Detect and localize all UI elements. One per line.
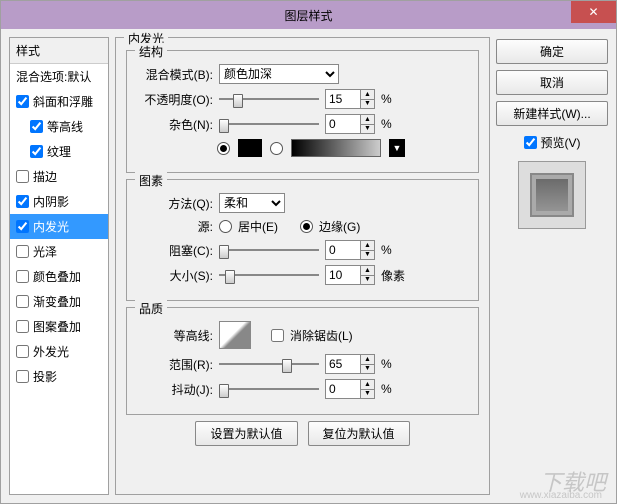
window-title: 图层样式 bbox=[284, 7, 332, 24]
antialias-checkbox[interactable] bbox=[271, 329, 284, 342]
technique-label: 方法(Q): bbox=[137, 195, 213, 212]
gradient-overlay-item[interactable]: 渐变叠加 bbox=[10, 289, 108, 314]
contour-checkbox[interactable] bbox=[30, 120, 43, 133]
choke-label: 阻塞(C): bbox=[137, 242, 213, 259]
satin-item[interactable]: 光泽 bbox=[10, 239, 108, 264]
opacity-slider[interactable] bbox=[219, 92, 319, 106]
titlebar: 图层样式 ✕ bbox=[1, 1, 616, 29]
inner-shadow-item[interactable]: 内阴影 bbox=[10, 189, 108, 214]
choke-slider[interactable] bbox=[219, 243, 319, 257]
settings-panel: 内发光 结构 混合模式(B): 颜色加深 不透明度(O): ▲▼ % 杂色(N) bbox=[115, 37, 490, 495]
preview-thumbnail bbox=[518, 161, 586, 229]
drop-shadow-item[interactable]: 投影 bbox=[10, 364, 108, 389]
gradient-picker[interactable] bbox=[291, 139, 381, 157]
gradient-dropdown-icon[interactable]: ▼ bbox=[389, 139, 405, 157]
blend-mode-label: 混合模式(B): bbox=[137, 66, 213, 83]
inner-glow-checkbox[interactable] bbox=[16, 220, 29, 233]
contour-picker[interactable] bbox=[219, 321, 251, 349]
blending-options-item[interactable]: 混合选项:默认 bbox=[10, 64, 108, 89]
jitter-input[interactable]: ▲▼ bbox=[325, 379, 375, 399]
color-overlay-checkbox[interactable] bbox=[16, 270, 29, 283]
action-panel: 确定 取消 新建样式(W)... 预览(V) bbox=[496, 37, 608, 495]
contour-item[interactable]: 等高线 bbox=[10, 114, 108, 139]
set-default-button[interactable]: 设置为默认值 bbox=[195, 421, 297, 446]
spinner-up-icon[interactable]: ▲ bbox=[360, 90, 374, 100]
gradient-radio[interactable] bbox=[270, 142, 283, 155]
ok-button[interactable]: 确定 bbox=[496, 39, 608, 64]
preview-icon bbox=[530, 173, 574, 217]
color-radio[interactable] bbox=[217, 142, 230, 155]
spinner-down-icon[interactable]: ▼ bbox=[360, 100, 374, 109]
size-input[interactable]: ▲▼ bbox=[325, 265, 375, 285]
source-edge-radio[interactable] bbox=[300, 220, 313, 233]
cancel-button[interactable]: 取消 bbox=[496, 70, 608, 95]
range-input[interactable]: ▲▼ bbox=[325, 354, 375, 374]
range-label: 范围(R): bbox=[137, 356, 213, 373]
styles-header: 样式 bbox=[10, 38, 108, 64]
source-center-radio[interactable] bbox=[219, 220, 232, 233]
bevel-item[interactable]: 斜面和浮雕 bbox=[10, 89, 108, 114]
opacity-input[interactable]: ▲▼ bbox=[325, 89, 375, 109]
source-label: 源: bbox=[137, 218, 213, 235]
drop-shadow-checkbox[interactable] bbox=[16, 370, 29, 383]
opacity-label: 不透明度(O): bbox=[137, 91, 213, 108]
stroke-item[interactable]: 描边 bbox=[10, 164, 108, 189]
outer-glow-checkbox[interactable] bbox=[16, 345, 29, 358]
preview-checkbox[interactable] bbox=[524, 136, 537, 149]
structure-legend: 结构 bbox=[135, 43, 167, 60]
noise-input[interactable]: ▲▼ bbox=[325, 114, 375, 134]
jitter-slider[interactable] bbox=[219, 382, 319, 396]
reset-default-button[interactable]: 复位为默认值 bbox=[308, 421, 410, 446]
technique-select[interactable]: 柔和 bbox=[219, 193, 285, 213]
size-slider[interactable] bbox=[219, 268, 319, 282]
elements-legend: 图素 bbox=[135, 172, 167, 189]
gloss-contour-label: 等高线: bbox=[137, 327, 213, 344]
color-swatch[interactable] bbox=[238, 139, 262, 157]
jitter-label: 抖动(J): bbox=[137, 381, 213, 398]
bevel-checkbox[interactable] bbox=[16, 95, 29, 108]
structure-group: 结构 混合模式(B): 颜色加深 不透明度(O): ▲▼ % 杂色(N): bbox=[126, 50, 479, 173]
inner-glow-item[interactable]: 内发光 bbox=[10, 214, 108, 239]
gradient-overlay-checkbox[interactable] bbox=[16, 295, 29, 308]
pattern-overlay-item[interactable]: 图案叠加 bbox=[10, 314, 108, 339]
inner-shadow-checkbox[interactable] bbox=[16, 195, 29, 208]
stroke-checkbox[interactable] bbox=[16, 170, 29, 183]
pattern-overlay-checkbox[interactable] bbox=[16, 320, 29, 333]
texture-item[interactable]: 纹理 bbox=[10, 139, 108, 164]
size-label: 大小(S): bbox=[137, 267, 213, 284]
close-icon: ✕ bbox=[588, 5, 598, 19]
quality-legend: 品质 bbox=[135, 300, 167, 317]
new-style-button[interactable]: 新建样式(W)... bbox=[496, 101, 608, 126]
layer-style-dialog: 图层样式 ✕ 样式 混合选项:默认 斜面和浮雕 等高线 纹理 描边 内阴影 内发… bbox=[0, 0, 617, 504]
close-button[interactable]: ✕ bbox=[571, 1, 616, 23]
blend-mode-select[interactable]: 颜色加深 bbox=[219, 64, 339, 84]
elements-group: 图素 方法(Q): 柔和 源: 居中(E) 边缘(G) 阻塞(C): bbox=[126, 179, 479, 301]
quality-group: 品质 等高线: 消除锯齿(L) 范围(R): ▲▼ % bbox=[126, 307, 479, 415]
choke-input[interactable]: ▲▼ bbox=[325, 240, 375, 260]
texture-checkbox[interactable] bbox=[30, 145, 43, 158]
range-slider[interactable] bbox=[219, 357, 319, 371]
styles-list: 样式 混合选项:默认 斜面和浮雕 等高线 纹理 描边 内阴影 内发光 光泽 颜色… bbox=[9, 37, 109, 495]
noise-label: 杂色(N): bbox=[137, 116, 213, 133]
color-overlay-item[interactable]: 颜色叠加 bbox=[10, 264, 108, 289]
noise-slider[interactable] bbox=[219, 117, 319, 131]
outer-glow-item[interactable]: 外发光 bbox=[10, 339, 108, 364]
satin-checkbox[interactable] bbox=[16, 245, 29, 258]
